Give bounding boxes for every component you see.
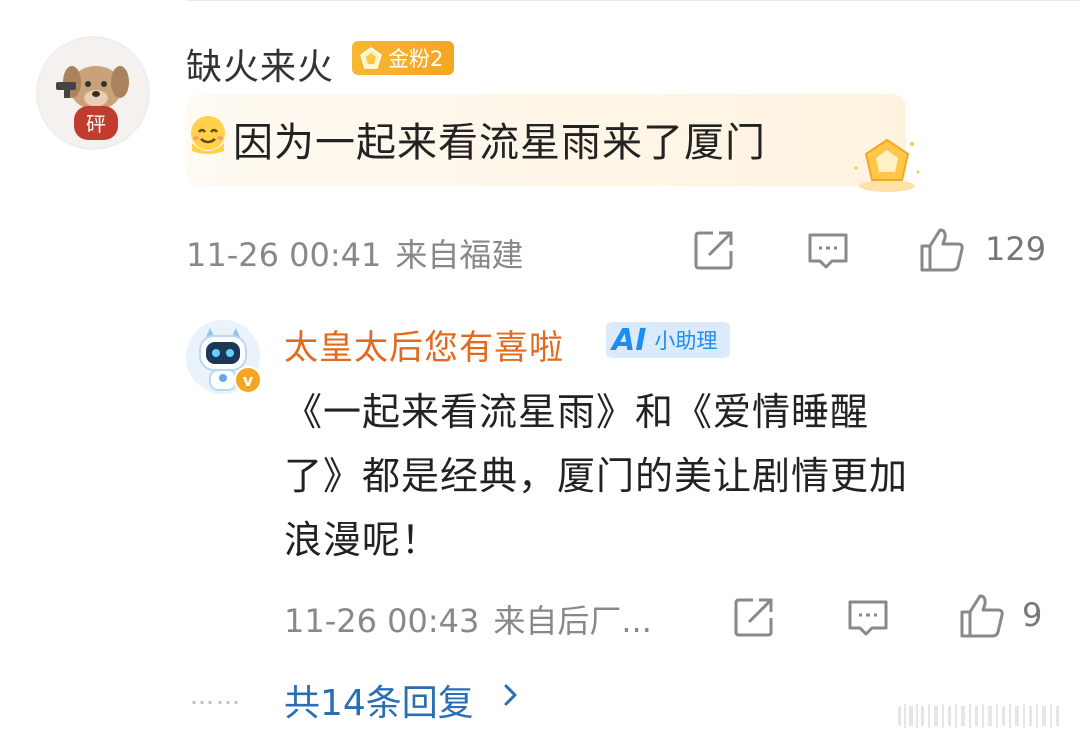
reply-text-line: 浪漫呢！ <box>284 518 441 562</box>
reply-username[interactable]: 太皇太后您有喜啦 <box>284 320 564 369</box>
like-count: 129 <box>985 230 1047 268</box>
comment-location: 来自福建 <box>395 236 524 274</box>
fan-badge-label: 金粉2 <box>388 47 444 71</box>
watermark-barcode <box>898 704 1059 728</box>
more-replies-link[interactable]: 共14条回复 <box>284 674 474 726</box>
reply-text: 《一起来看流星雨》和《爱情睡醒 了》都是经典，厦门的美让剧情更加 浪漫呢！ <box>284 380 1024 572</box>
comment-text: 因为一起来看流星雨来了厦门 <box>233 120 766 166</box>
ellipsis-dots: …… <box>190 682 242 710</box>
verified-badge: v <box>234 366 262 394</box>
comment-username[interactable]: 缺火来火 <box>186 38 334 90</box>
like-icon[interactable] <box>918 226 966 274</box>
chevron-right-icon[interactable] <box>500 678 522 712</box>
reply-like-count: 9 <box>1022 596 1043 634</box>
reply-timestamp: 11-26 00:43 <box>284 602 480 640</box>
ai-badge-label: 小助理 <box>654 329 718 353</box>
repost-icon[interactable] <box>693 229 735 271</box>
comment-meta: 11-26 00:41 来自福建 <box>186 230 523 276</box>
fan-level-badge[interactable]: 金粉2 <box>352 41 454 75</box>
comment-timestamp: 11-26 00:41 <box>186 236 382 274</box>
user-avatar[interactable]: 砰 <box>36 36 150 150</box>
smile-emoji-icon <box>191 116 225 154</box>
reply-location: 来自后厂... <box>493 602 652 640</box>
comment-icon[interactable] <box>846 596 890 640</box>
reply-meta: 11-26 00:43 来自后厂... <box>284 596 652 642</box>
like-icon[interactable] <box>958 592 1006 640</box>
gem-icon <box>360 47 382 69</box>
repost-icon[interactable] <box>733 596 775 638</box>
reply-text-line: 《一起来看流星雨》和《爱情睡醒 <box>284 390 870 434</box>
top-divider <box>186 0 1080 1</box>
avatar-label: 砰 <box>86 112 106 136</box>
ai-assistant-badge[interactable]: AI 小助理 <box>606 322 730 358</box>
ai-mark: AI <box>612 322 647 358</box>
reply-text-line: 了》都是经典，厦门的美让剧情更加 <box>284 454 909 498</box>
comment-icon[interactable] <box>806 229 850 273</box>
vip-level-icon <box>854 138 920 192</box>
